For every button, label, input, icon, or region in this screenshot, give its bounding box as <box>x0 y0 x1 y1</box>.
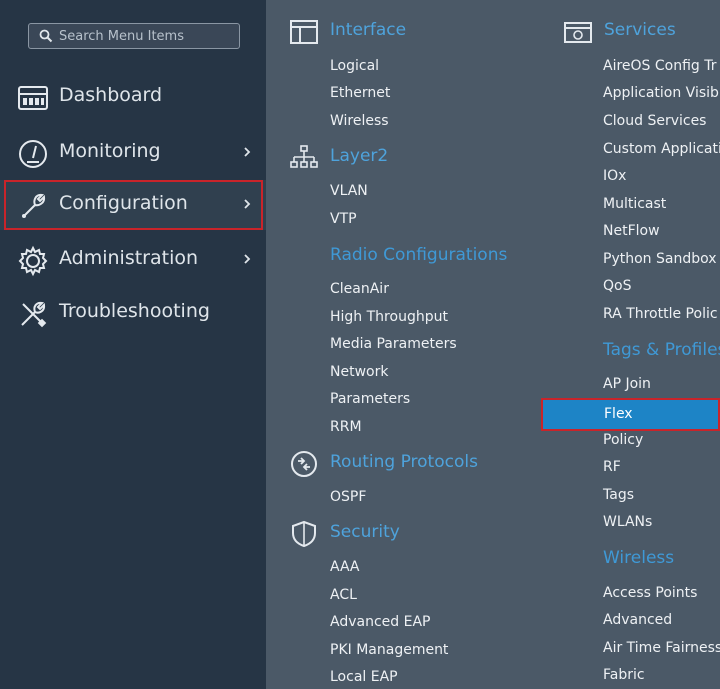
menu-item-high-throughput[interactable]: High Throughput <box>330 309 448 325</box>
menu-item-cleanair[interactable]: CleanAir <box>330 281 389 297</box>
menu-item-fabric[interactable]: Fabric <box>603 667 645 683</box>
sidebar-item-label: Configuration <box>59 192 188 214</box>
gear-icon <box>18 245 48 277</box>
menu-item-iox[interactable]: IOx <box>603 168 626 184</box>
menu-item-acl[interactable]: ACL <box>330 587 357 603</box>
menu-item-aireos-config[interactable]: AireOS Config Tr <box>603 58 717 74</box>
menu-item-netflow[interactable]: NetFlow <box>603 223 660 239</box>
sidebar-item-label: Administration <box>59 247 199 269</box>
chevron-right-icon <box>244 254 251 264</box>
shield-icon <box>292 520 316 548</box>
tools-icon <box>21 301 47 328</box>
section-title: Services <box>604 20 676 40</box>
section-title: Routing Protocols <box>330 452 478 472</box>
menu-item-air-time-fairness[interactable]: Air Time Fairness <box>603 640 720 656</box>
menu-item-pki-management[interactable]: PKI Management <box>330 642 448 658</box>
sidebar-item-label: Dashboard <box>59 84 163 106</box>
menu-item-tags[interactable]: Tags <box>603 487 634 503</box>
menu-item-vtp[interactable]: VTP <box>330 211 357 227</box>
wrench-icon <box>22 193 46 218</box>
section-title: Layer2 <box>330 146 389 166</box>
menu-item-wlans[interactable]: WLANs <box>603 514 652 530</box>
menu-item-ethernet[interactable]: Ethernet <box>330 85 390 101</box>
menu-item-parameters[interactable]: Parameters <box>330 391 410 407</box>
sidebar-item-label: Monitoring <box>59 140 161 162</box>
router-icon <box>291 451 317 477</box>
menu-item-network[interactable]: Network <box>330 364 388 380</box>
search-input[interactable] <box>59 27 229 45</box>
menu-item-advanced[interactable]: Advanced <box>603 612 672 628</box>
menu-item-policy[interactable]: Policy <box>603 432 643 448</box>
menu-item-rrm[interactable]: RRM <box>330 419 362 435</box>
menu-item-local-eap[interactable]: Local EAP <box>330 669 398 685</box>
search-icon <box>39 29 53 43</box>
services-icon <box>564 22 592 43</box>
menu-item-ap-join[interactable]: AP Join <box>603 376 651 392</box>
menu-item-logical[interactable]: Logical <box>330 58 379 74</box>
menu-item-ospf[interactable]: OSPF <box>330 489 366 505</box>
gauge-icon <box>19 140 47 168</box>
menu-item-label: Flex <box>604 406 633 422</box>
menu-item-flex[interactable]: Flex <box>541 398 720 431</box>
menu-item-python-sandbox[interactable]: Python Sandbox <box>603 251 717 267</box>
menu-item-application-visibility[interactable]: Application Visibi <box>603 85 720 101</box>
menu-item-advanced-eap[interactable]: Advanced EAP <box>330 614 430 630</box>
menu-item-custom-application[interactable]: Custom Applicati <box>603 141 720 157</box>
network-tree-icon <box>290 145 318 168</box>
sidebar-item-label: Troubleshooting <box>59 300 210 322</box>
sidebar-item-dashboard[interactable]: Dashboard <box>0 72 266 122</box>
menu-item-media-parameters[interactable]: Media Parameters <box>330 336 457 352</box>
menu-item-aaa[interactable]: AAA <box>330 559 360 575</box>
sidebar-item-monitoring[interactable]: Monitoring <box>0 128 266 178</box>
chevron-right-icon <box>244 199 251 209</box>
interface-icon <box>290 20 318 44</box>
sidebar-item-configuration[interactable]: Configuration <box>0 180 266 230</box>
search-box[interactable] <box>28 23 240 49</box>
sidebar: Dashboard Monitoring Configuration Admin… <box>0 0 266 689</box>
section-title: Security <box>330 522 400 542</box>
dashboard-icon <box>18 86 48 110</box>
sidebar-item-administration[interactable]: Administration <box>0 235 266 285</box>
menu-item-rf[interactable]: RF <box>603 459 621 475</box>
menu-item-qos[interactable]: QoS <box>603 278 631 294</box>
subsection-tags-profiles: Tags & Profiles <box>603 340 720 360</box>
menu-item-vlan[interactable]: VLAN <box>330 183 368 199</box>
chevron-right-icon <box>244 147 251 157</box>
menu-item-cloud-services[interactable]: Cloud Services <box>603 113 706 129</box>
sidebar-item-troubleshooting[interactable]: Troubleshooting <box>0 288 266 338</box>
subsection-radio-configurations: Radio Configurations <box>330 245 508 265</box>
section-title: Interface <box>330 20 407 40</box>
subsection-wireless: Wireless <box>603 548 675 568</box>
menu-item-access-points[interactable]: Access Points <box>603 585 697 601</box>
menu-item-wireless[interactable]: Wireless <box>330 113 389 129</box>
menu-item-ra-throttle-policy[interactable]: RA Throttle Polic <box>603 306 718 322</box>
menu-item-multicast[interactable]: Multicast <box>603 196 666 212</box>
